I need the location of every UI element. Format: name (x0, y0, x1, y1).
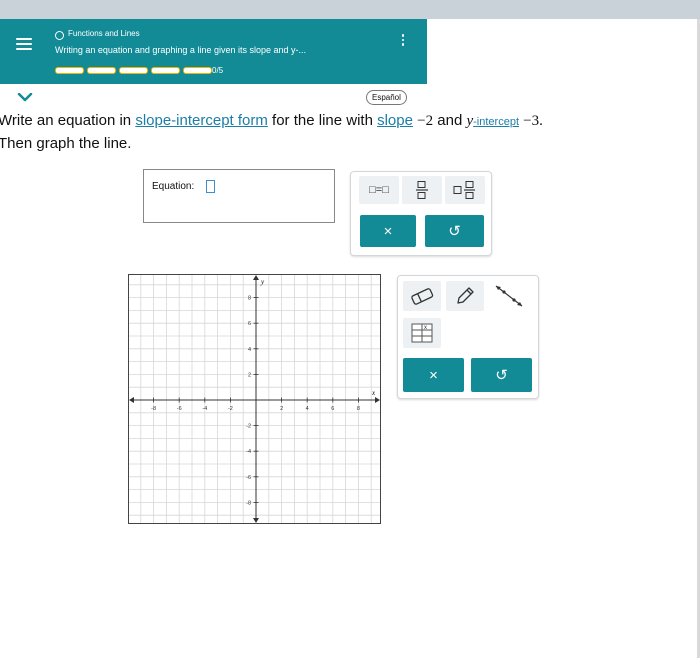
graph-undo-button[interactable]: ↺ (471, 358, 532, 392)
y-tick-label: -8 (246, 500, 251, 506)
intercept-value: −3. (523, 113, 543, 129)
equation-label: Equation: (152, 181, 195, 192)
clear-icon: × (429, 366, 438, 384)
prompt-text: and (433, 112, 467, 129)
clear-icon: × (383, 222, 393, 240)
graph-clear-button[interactable]: × (403, 358, 464, 392)
table-point-icon: x (411, 323, 433, 343)
x-tick-label: 4 (306, 406, 309, 412)
menu-icon[interactable] (16, 38, 32, 50)
progress-segment (55, 67, 84, 74)
fraction-icon (416, 181, 428, 199)
mixed-number-template-button[interactable] (445, 176, 485, 204)
more-options-icon[interactable] (398, 34, 408, 48)
equation-answer-box[interactable]: Equation: (143, 169, 335, 223)
graph-tools-panel: x × ↺ (397, 275, 539, 399)
progress-count: 0/5 (212, 66, 224, 75)
eraser-icon (411, 288, 434, 305)
equals-template-button[interactable]: □=□ (359, 176, 399, 204)
grid-points-tool-button[interactable]: x (403, 318, 441, 348)
prompt-text: Write an equation in (0, 112, 136, 129)
y-tick-label: 6 (248, 321, 251, 327)
slope-value: −2 (417, 113, 434, 129)
y-tick-label: 8 (248, 296, 251, 302)
coordinate-graph[interactable]: -8 -6 -4 -2 2 4 6 88642-2-4-6-8 x y (128, 274, 381, 524)
prompt-text: for the line with (267, 112, 378, 129)
pencil-tool-button[interactable] (446, 281, 484, 311)
language-button[interactable]: Español (366, 90, 407, 105)
topic-circle-icon (55, 31, 64, 40)
x-tick-label: 6 (331, 406, 334, 412)
undo-icon: ↺ (495, 367, 508, 384)
x-tick-label: -8 (151, 406, 156, 412)
line-tool-icon (495, 285, 523, 307)
x-tick-label: 8 (357, 406, 360, 412)
y-tick-label: 4 (248, 347, 251, 353)
progress-bar (55, 67, 212, 74)
slope-link[interactable]: slope (377, 112, 413, 129)
chevron-down-icon[interactable] (17, 93, 33, 102)
topic-title: Functions and Lines (68, 29, 140, 38)
undo-icon: ↺ (448, 223, 461, 240)
clear-button[interactable]: × (360, 215, 416, 247)
x-tick-label: 2 (280, 406, 283, 412)
browser-top-strip (0, 0, 700, 19)
eraser-tool-button[interactable] (403, 281, 441, 311)
line-tool-button[interactable] (490, 281, 528, 311)
progress-segment (119, 67, 148, 74)
y-tick-label: -4 (246, 449, 251, 455)
x-tick-label: -4 (202, 406, 207, 412)
svg-text:x: x (424, 325, 427, 331)
y-tick-label: -2 (246, 424, 251, 430)
y-tick-label: -6 (246, 475, 251, 481)
lesson-subtitle: Writing an equation and graphing a line … (55, 45, 306, 55)
pencil-icon (457, 287, 474, 304)
header-bar: Functions and Lines Writing an equation … (0, 19, 427, 84)
x-tick-label: -2 (228, 406, 233, 412)
question-prompt: Write an equation in slope-intercept for… (0, 110, 698, 154)
y-tick-label: 2 (248, 372, 251, 378)
fraction-template-button[interactable] (402, 176, 442, 204)
x-tick-label: -6 (177, 406, 182, 412)
undo-button[interactable]: ↺ (425, 215, 484, 247)
equals-template-label: □=□ (369, 184, 389, 196)
progress-segment (151, 67, 180, 74)
progress-segment (183, 67, 212, 74)
slope-intercept-form-link[interactable]: slope-intercept form (135, 112, 268, 129)
math-palette: □=□ × ↺ (350, 171, 492, 256)
y-intercept-link[interactable]: -intercept (473, 116, 519, 128)
mixed-number-icon (453, 181, 475, 199)
answer-input-cursor[interactable] (206, 180, 215, 193)
progress-segment (87, 67, 116, 74)
prompt-line-2: Then graph the line. (0, 135, 132, 152)
